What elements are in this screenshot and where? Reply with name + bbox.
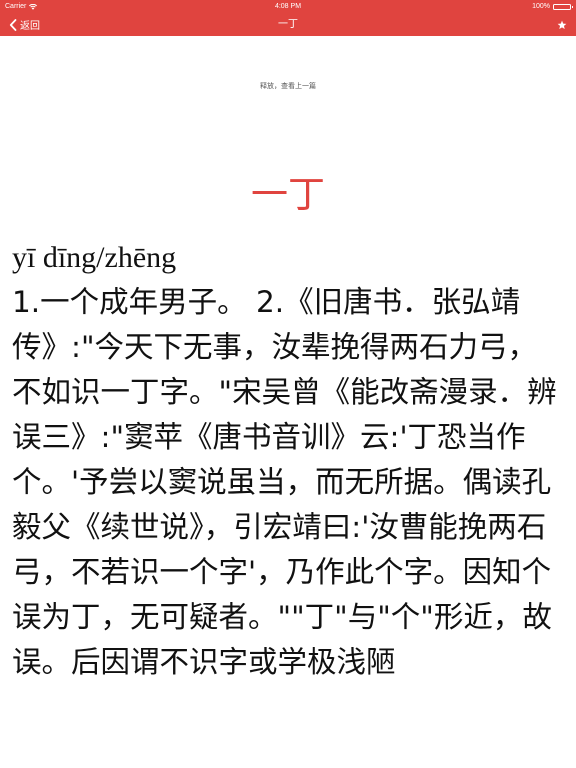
definition-text: 1.一个成年男子。 2.《旧唐书．张弘靖传》:"今天下无事，汝辈挽得两石力弓，不… <box>12 285 557 679</box>
status-time: 4:08 PM <box>274 3 302 10</box>
battery-icon <box>553 3 573 10</box>
navigation-bar: 返回 一丁 <box>0 13 576 36</box>
pull-to-previous-hint: 释放，查看上一篇 <box>260 82 316 90</box>
status-right: 100% <box>532 0 573 13</box>
star-icon <box>557 20 567 29</box>
battery-label: 100% <box>532 3 550 10</box>
entry-title: 一丁 <box>251 172 325 216</box>
nav-title: 一丁 <box>278 19 298 30</box>
favorite-button[interactable] <box>557 13 567 36</box>
pinyin-reading: yī dīng/zhēng <box>12 241 177 274</box>
status-bar: Carrier 4:08 PM 100% <box>0 0 576 13</box>
